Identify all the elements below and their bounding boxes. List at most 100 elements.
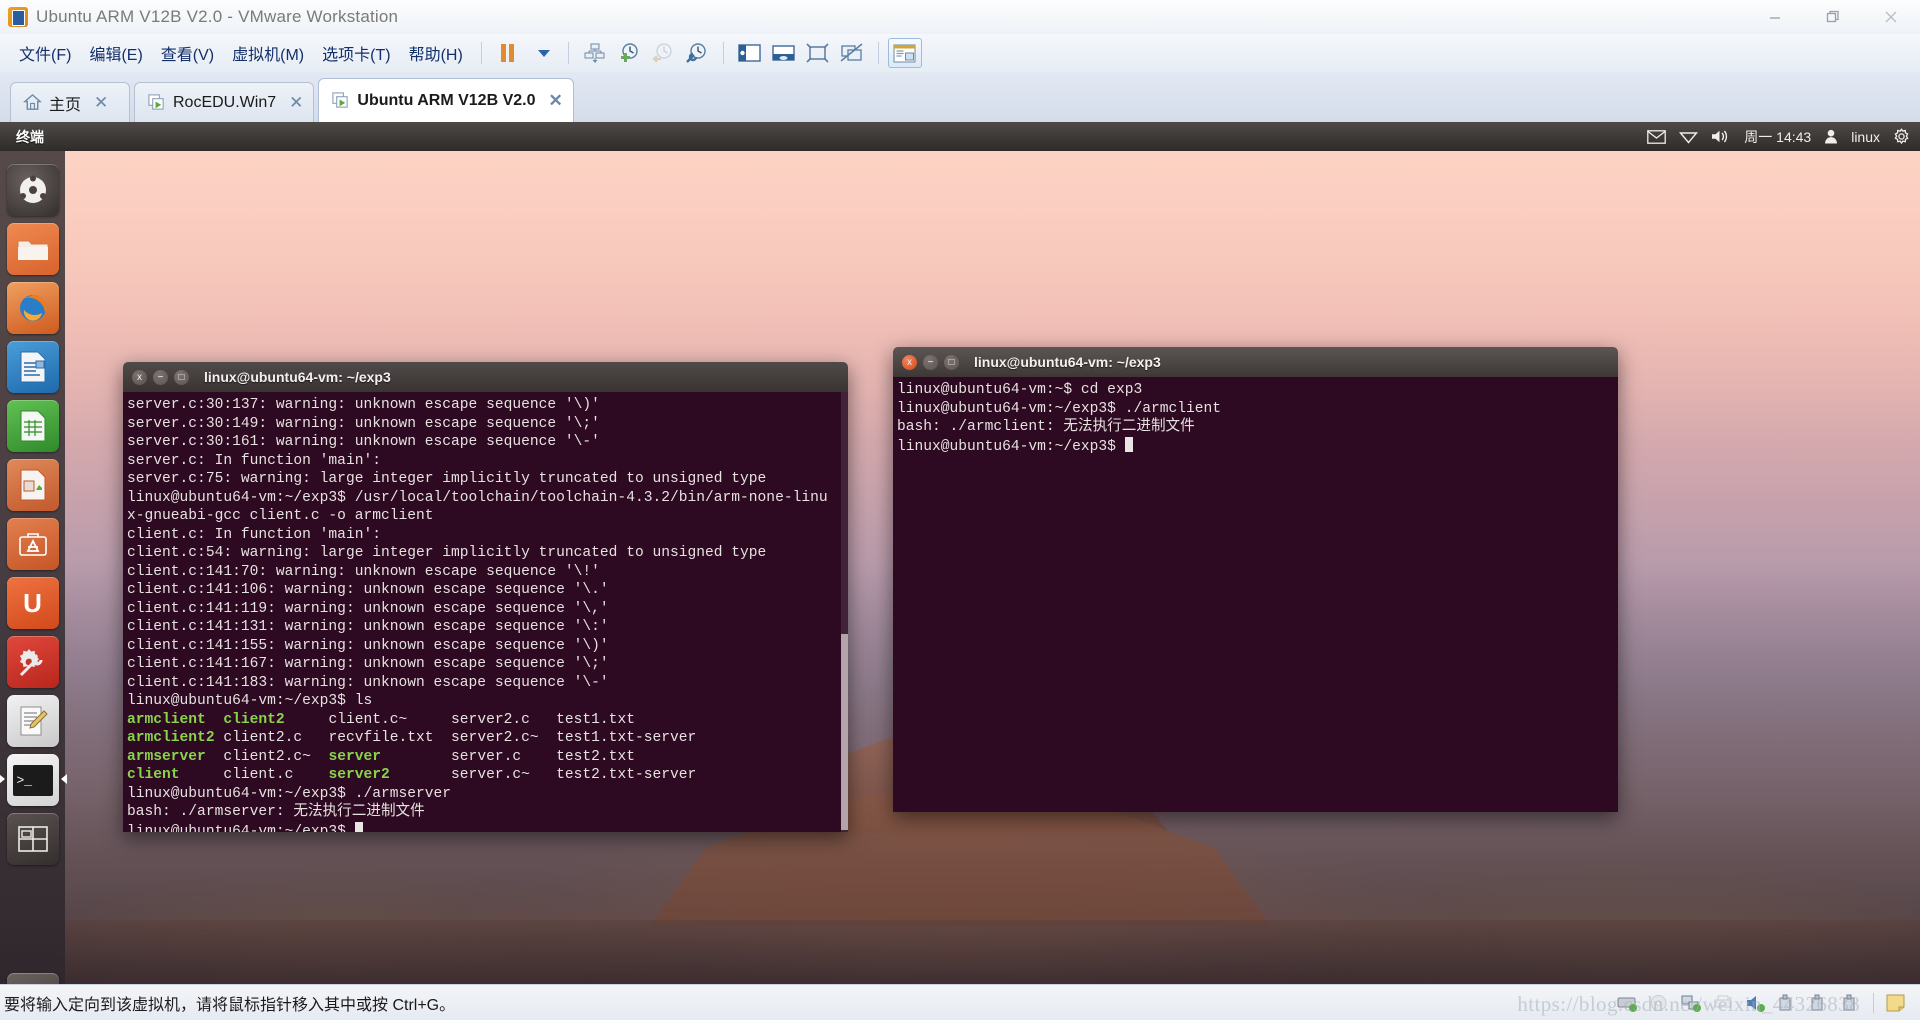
terminal-1-line: linux@ubuntu64-vm:~/exp3$ ls [127,693,373,709]
launcher-system-settings[interactable] [6,636,59,688]
terminal-1-line: client.c:141:119: warning: unknown escap… [127,600,609,617]
terminal-1-line: bash: ./armserver: 无法执行二进制文件 [127,804,425,820]
status-notes-icon[interactable] [1885,994,1906,1012]
guest-screen[interactable]: 终端 周一 14:43 linux U >_ x − □ linux@ubunt… [0,122,1920,984]
terminal-window-1[interactable]: x − □ linux@ubuntu64-vm: ~/exp3 server.c… [123,362,848,832]
menu-file[interactable]: 文件(F) [10,37,80,69]
thumbnail-bar-icon [772,45,795,61]
launcher-text-editor[interactable] [6,695,59,747]
status-network-adapter-icon[interactable] [1681,994,1702,1012]
show-thumbnail-bar-button[interactable] [767,38,801,68]
minimize-button[interactable] [1746,0,1804,34]
spreadsheet-icon [20,410,45,442]
terminal-1-line: server.c: In function 'main': [127,452,381,469]
window-title: Ubuntu ARM V12B V2.0 - VMware Workstatio… [36,7,399,26]
terminal-1-line: client.c:141:183: warning: unknown escap… [127,674,609,691]
terminal-1-scrollbar[interactable] [841,392,848,832]
menu-edit[interactable]: 编辑(E) [80,37,151,69]
unity-mode-button[interactable] [835,38,869,68]
gear-icon[interactable] [1893,128,1910,145]
envelope-icon[interactable] [1647,129,1667,144]
menu-vm[interactable]: 虚拟机(M) [223,37,313,69]
launcher-calc[interactable] [6,400,59,452]
launcher-trash[interactable] [6,973,59,984]
menu-view[interactable]: 查看(V) [152,37,223,69]
terminal-1-line: client.c:141:70: warning: unknown escape… [127,563,600,580]
console-view-button[interactable] [887,38,922,68]
restore-button[interactable] [1804,0,1862,34]
status-hard-disk-icon[interactable] [1617,994,1638,1012]
snapshot-manager-button[interactable] [680,38,714,68]
terminal-1-line: client.c:141:155: warning: unknown escap… [127,637,609,654]
terminal-1-line: server.c:30:161: warning: unknown escape… [127,434,600,450]
tab-home[interactable]: 主页 ✕ [10,82,130,122]
terminal-1-maximize-button[interactable]: □ [174,369,189,385]
terminal-2-line: linux@ubuntu64-vm:~/exp3$ ./armclient [897,400,1222,417]
revert-snapshot-button[interactable] [646,38,680,68]
status-cdrom-icon[interactable] [1649,994,1670,1012]
terminal-2-cursor [1124,436,1133,452]
power-dropdown-button[interactable] [525,38,559,68]
show-library-button[interactable] [733,38,767,68]
terminal-1-line: client.c:141:106: warning: unknown escap… [127,582,609,598]
vm-icon [332,92,349,108]
launcher-firefox[interactable] [6,282,59,334]
launcher-impress[interactable] [6,459,59,511]
terminal-2-minimize-button[interactable]: − [923,354,938,370]
terminal-2-output[interactable]: linux@ubuntu64-vm:~$ cd exp3 linux@ubunt… [893,377,1618,812]
tab-rocedu-win7[interactable]: RocEDU.Win7 ✕ [134,82,315,122]
terminal-1-prompt: linux@ubuntu64-vm:~/exp3$ [127,823,355,833]
toolbar-separator [480,42,482,64]
terminal-2-line: linux@ubuntu64-vm:~$ cd exp3 [897,382,1143,398]
tab-close-icon[interactable]: ✕ [289,93,303,113]
tab-label: 主页 [49,96,82,114]
launcher-dash-home[interactable] [6,164,59,216]
tab-label: RocEDU.Win7 [173,93,277,111]
menu-help[interactable]: 帮助(H) [400,37,472,69]
text-editor-icon [20,706,48,736]
status-usb-icon[interactable] [1809,994,1830,1012]
launcher-terminal[interactable]: >_ [0,754,67,806]
status-sound-card-icon[interactable] [1745,994,1766,1012]
full-screen-button[interactable] [801,38,835,68]
terminal-window-2[interactable]: x − □ linux@ubuntu64-vm: ~/exp3 linux@ub… [893,347,1618,812]
panel-clock[interactable]: 周一 14:43 [1744,127,1811,147]
sidebar-panel-icon [738,44,761,62]
menu-tabs[interactable]: 选项卡(T) [313,37,399,69]
panel-username[interactable]: linux [1851,129,1880,145]
wifi-icon[interactable] [1679,130,1699,144]
terminal-2-titlebar[interactable]: x − □ linux@ubuntu64-vm: ~/exp3 [893,347,1618,377]
terminal-1-minimize-button[interactable]: − [153,369,168,385]
terminal-1-titlebar[interactable]: x − □ linux@ubuntu64-vm: ~/exp3 [123,362,848,392]
tab-close-icon[interactable]: ✕ [548,91,562,111]
terminal-2-maximize-button[interactable]: □ [944,354,959,370]
user-icon [1824,129,1838,144]
manage-snapshots-button[interactable] [578,38,612,68]
launcher-software-center[interactable] [6,518,59,570]
launcher-writer[interactable] [6,341,59,393]
terminal-2-close-button[interactable]: x [902,354,917,370]
take-snapshot-button[interactable] [612,38,646,68]
launcher-ubuntu-one[interactable]: U [6,577,59,629]
terminal-1-output[interactable]: server.c:30:137: warning: unknown escape… [123,392,848,832]
launcher-workspace-switcher[interactable] [6,813,59,865]
tab-ubuntu-arm[interactable]: Ubuntu ARM V12B V2.0 ✕ [318,78,574,122]
terminal-2-prompt: linux@ubuntu64-vm:~/exp3$ [897,438,1125,455]
close-button[interactable] [1862,0,1920,34]
firefox-icon [19,295,46,321]
status-printer-icon[interactable] [1713,994,1734,1012]
suspend-button[interactable] [491,38,525,68]
snapshot-add-icon [621,42,638,62]
window-controls [1746,0,1920,34]
toolbar-separator [567,42,569,64]
launcher-files[interactable] [6,223,59,275]
settings-tools-icon [19,649,42,677]
terminal-1-close-button[interactable]: x [132,369,147,385]
terminal-1-line: server.c:75: warning: large integer impl… [127,471,767,487]
tab-close-icon[interactable]: ✕ [94,93,108,113]
volume-icon[interactable] [1711,129,1731,144]
status-usb-icon[interactable] [1777,994,1798,1012]
status-usb-icon[interactable] [1841,994,1862,1012]
window-titlebar: Ubuntu ARM V12B V2.0 - VMware Workstatio… [0,0,1920,34]
ls-entry: server2.c~ [451,730,557,746]
